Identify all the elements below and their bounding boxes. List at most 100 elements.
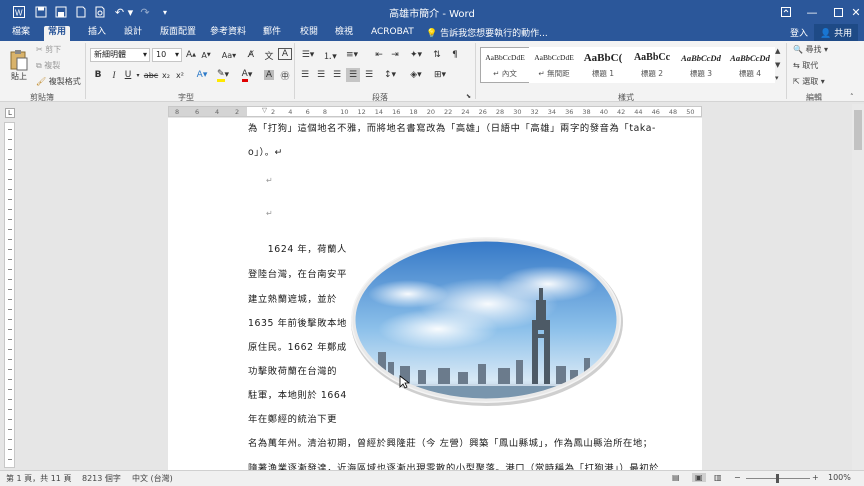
grow-font-icon[interactable]: A ▲ <box>184 48 198 62</box>
indent-marker-icon[interactable]: ▽ <box>262 106 267 114</box>
body-text-line[interactable]: o」）。↵ <box>248 144 283 158</box>
font-color-icon[interactable]: A ▾ <box>238 68 256 82</box>
select-button[interactable]: ⇱ 選取 ▾ <box>793 76 825 87</box>
clear-format-icon[interactable]: A̸ <box>244 48 258 62</box>
tell-me-box[interactable]: 💡 告訴我您想要執行的動作... <box>426 26 548 39</box>
multilevel-list-icon[interactable]: ≡▾ <box>342 48 362 62</box>
zoom-level[interactable]: 100% <box>828 473 851 482</box>
strikethrough-button[interactable]: abc <box>144 68 158 82</box>
gallery-down-icon[interactable]: ▼ <box>775 61 780 69</box>
replace-button[interactable]: ⇆ 取代 <box>793 60 818 71</box>
bullets-icon[interactable]: ☰▾ <box>298 48 318 62</box>
tab-review[interactable]: 校閱 <box>296 26 322 41</box>
dialog-launcher-icon[interactable]: ⬊ <box>466 93 471 100</box>
read-mode-icon[interactable]: ▤ <box>672 473 680 482</box>
page-count[interactable]: 第 1 頁，共 11 頁 <box>6 473 71 484</box>
text-effects-icon[interactable]: A▾ <box>194 68 210 82</box>
style-4[interactable]: AaBbCc 標題 2 <box>627 47 677 83</box>
subscript-button[interactable]: x₂ <box>160 68 172 82</box>
wrapped-text-line[interactable]: 原住民。1662 年鄭成 <box>248 339 347 353</box>
word-count[interactable]: 8213 個字 <box>82 473 121 484</box>
numbering-icon[interactable]: ⒈▾ <box>320 48 340 62</box>
bold-button[interactable]: B <box>92 68 104 82</box>
shrink-font-icon[interactable]: A ▼ <box>199 48 213 62</box>
phonetic-guide-icon[interactable]: 文 <box>262 48 276 62</box>
print-layout-icon[interactable]: ▣ <box>692 473 706 482</box>
tab-insert[interactable]: 插入 <box>84 26 110 41</box>
format-painter-button[interactable]: 🖌 複製格式 <box>36 76 81 87</box>
tab-layout[interactable]: 版面配置 <box>156 26 200 41</box>
vertical-ruler[interactable] <box>4 122 15 468</box>
borders-icon[interactable]: ⊞▾ <box>430 68 450 82</box>
italic-button[interactable]: I <box>108 68 120 82</box>
close-icon[interactable]: ✕ <box>842 0 864 24</box>
tab-acrobat[interactable]: ACROBAT <box>367 26 418 41</box>
highlight-color-icon[interactable]: ✎ ▾ <box>214 68 232 82</box>
language-indicator[interactable]: 中文 (台灣) <box>132 473 173 484</box>
justify-icon[interactable]: ☰ <box>346 68 360 82</box>
line-spacing-icon[interactable]: ↕▾ <box>380 68 400 82</box>
wrapped-text-line[interactable]: 1635 年前後擊敗本地 <box>248 315 347 329</box>
wrapped-text-line[interactable]: 駐軍，本地則於 1664 <box>248 387 347 401</box>
ribbon-display-icon[interactable] <box>772 0 800 24</box>
wrapped-text-line[interactable]: 功擊敗荷蘭在台灣的 <box>248 363 337 377</box>
gallery-more-icon[interactable]: ▾ <box>775 74 779 82</box>
font-size-dropdown[interactable]: 10 ▾ <box>152 48 182 62</box>
align-center-icon[interactable]: ☰ <box>314 68 328 82</box>
sort-icon[interactable]: ⇅ <box>428 48 446 62</box>
style-1[interactable]: AaBbCcDdE ↵ 內文 <box>480 47 530 83</box>
vertical-scrollbar[interactable] <box>852 104 864 470</box>
login-link[interactable]: 登入 <box>790 26 808 39</box>
wrapped-text-line[interactable]: 建立熱蘭遮城，並於 <box>248 291 337 305</box>
tab-selector-icon[interactable]: L <box>5 108 15 118</box>
wrapped-text-line[interactable]: 1624 年，荷蘭人 <box>248 241 347 255</box>
copy-button[interactable]: ⧉ 複製 <box>36 60 60 71</box>
enclose-char-icon[interactable]: ㊥ <box>278 68 292 82</box>
zoom-in-icon[interactable]: + <box>812 473 819 482</box>
show-marks-icon[interactable]: ¶ <box>448 48 462 62</box>
zoom-out-icon[interactable]: − <box>734 473 741 482</box>
style-6[interactable]: AaBbCcDd 標題 4 <box>725 47 775 83</box>
underline-button[interactable]: U <box>122 68 134 82</box>
find-button[interactable]: 🔍 尋找 ▾ <box>793 44 828 55</box>
body-text-line[interactable]: 名為萬年州。清治初期，曾經於興隆莊（今 左營）興築「鳳山縣城」，作為鳳山縣治所在… <box>248 435 653 449</box>
align-left-icon[interactable]: ☰ <box>298 68 312 82</box>
horizontal-ruler[interactable]: 8 6 4 2 ▽ 2 4 6 8 10 12 14 16 18 20 22 24 26 28 30 32 34 36 38 4… <box>168 106 702 117</box>
tab-file[interactable]: 檔案 <box>8 26 34 41</box>
gallery-up-icon[interactable]: ▲ <box>775 47 780 55</box>
style-2[interactable]: AaBbCcDdE ↵ 無間距 <box>529 47 579 83</box>
tab-mailings[interactable]: 郵件 <box>259 26 285 41</box>
superscript-button[interactable]: x² <box>174 68 186 82</box>
change-case-icon[interactable]: Aa▾ <box>219 48 239 62</box>
body-text-line[interactable]: 隨著漁業逐漸發達，近海區域也逐漸出現零散的小型聚落。港口（當時稱為「打狗港」）最… <box>248 460 659 470</box>
paste-button[interactable]: 貼上 <box>6 45 32 85</box>
underline-dropdown-icon[interactable]: ▾ <box>134 68 142 82</box>
minimize-icon[interactable]: — <box>798 0 826 24</box>
char-shading-icon[interactable]: A <box>262 68 276 82</box>
style-5[interactable]: AaBbCcDd 標題 3 <box>676 47 726 83</box>
distributed-icon[interactable]: ☰ <box>362 68 376 82</box>
shading-icon[interactable]: ◈▾ <box>406 68 426 82</box>
chinese-layout-icon[interactable]: ✦▾ <box>406 48 426 62</box>
scrollbar-thumb[interactable] <box>854 110 862 150</box>
tab-design[interactable]: 設計 <box>120 26 146 41</box>
cut-button[interactable]: ✂ 剪下 <box>36 44 61 55</box>
char-border-icon[interactable]: A <box>278 48 292 60</box>
web-layout-icon[interactable]: ▥ <box>714 473 722 482</box>
font-name-dropdown[interactable]: 新細明體 ▾ <box>90 48 150 62</box>
body-text-line[interactable]: 為「打狗」這個地名不雅，而將地名書寫改為「高雄」（日語中「高雄」兩字的發音為「t… <box>248 120 656 134</box>
wrapped-text-line[interactable]: 登陸台灣，在台南安平 <box>248 266 347 280</box>
tab-view[interactable]: 檢視 <box>331 26 357 41</box>
document-page[interactable]: 為「打狗」這個地名不雅，而將地名書寫改為「高雄」（日語中「高雄」兩字的發音為「t… <box>168 118 702 470</box>
increase-indent-icon[interactable]: ⇥ <box>388 48 402 62</box>
style-3[interactable]: AaBbC(標題 1 <box>578 47 628 83</box>
wrapped-text-line[interactable]: 年在鄭經的統治下更 <box>248 411 337 425</box>
skyline-photo[interactable] <box>348 234 624 406</box>
zoom-slider-thumb[interactable] <box>776 474 779 483</box>
tab-home[interactable]: 常用 <box>44 26 71 41</box>
share-button[interactable]: 👤 共用 <box>814 24 859 41</box>
decrease-indent-icon[interactable]: ⇤ <box>372 48 386 62</box>
tab-references[interactable]: 參考資料 <box>206 26 250 41</box>
collapse-ribbon-icon[interactable]: ˄ <box>850 93 854 101</box>
align-right-icon[interactable]: ☰ <box>330 68 344 82</box>
